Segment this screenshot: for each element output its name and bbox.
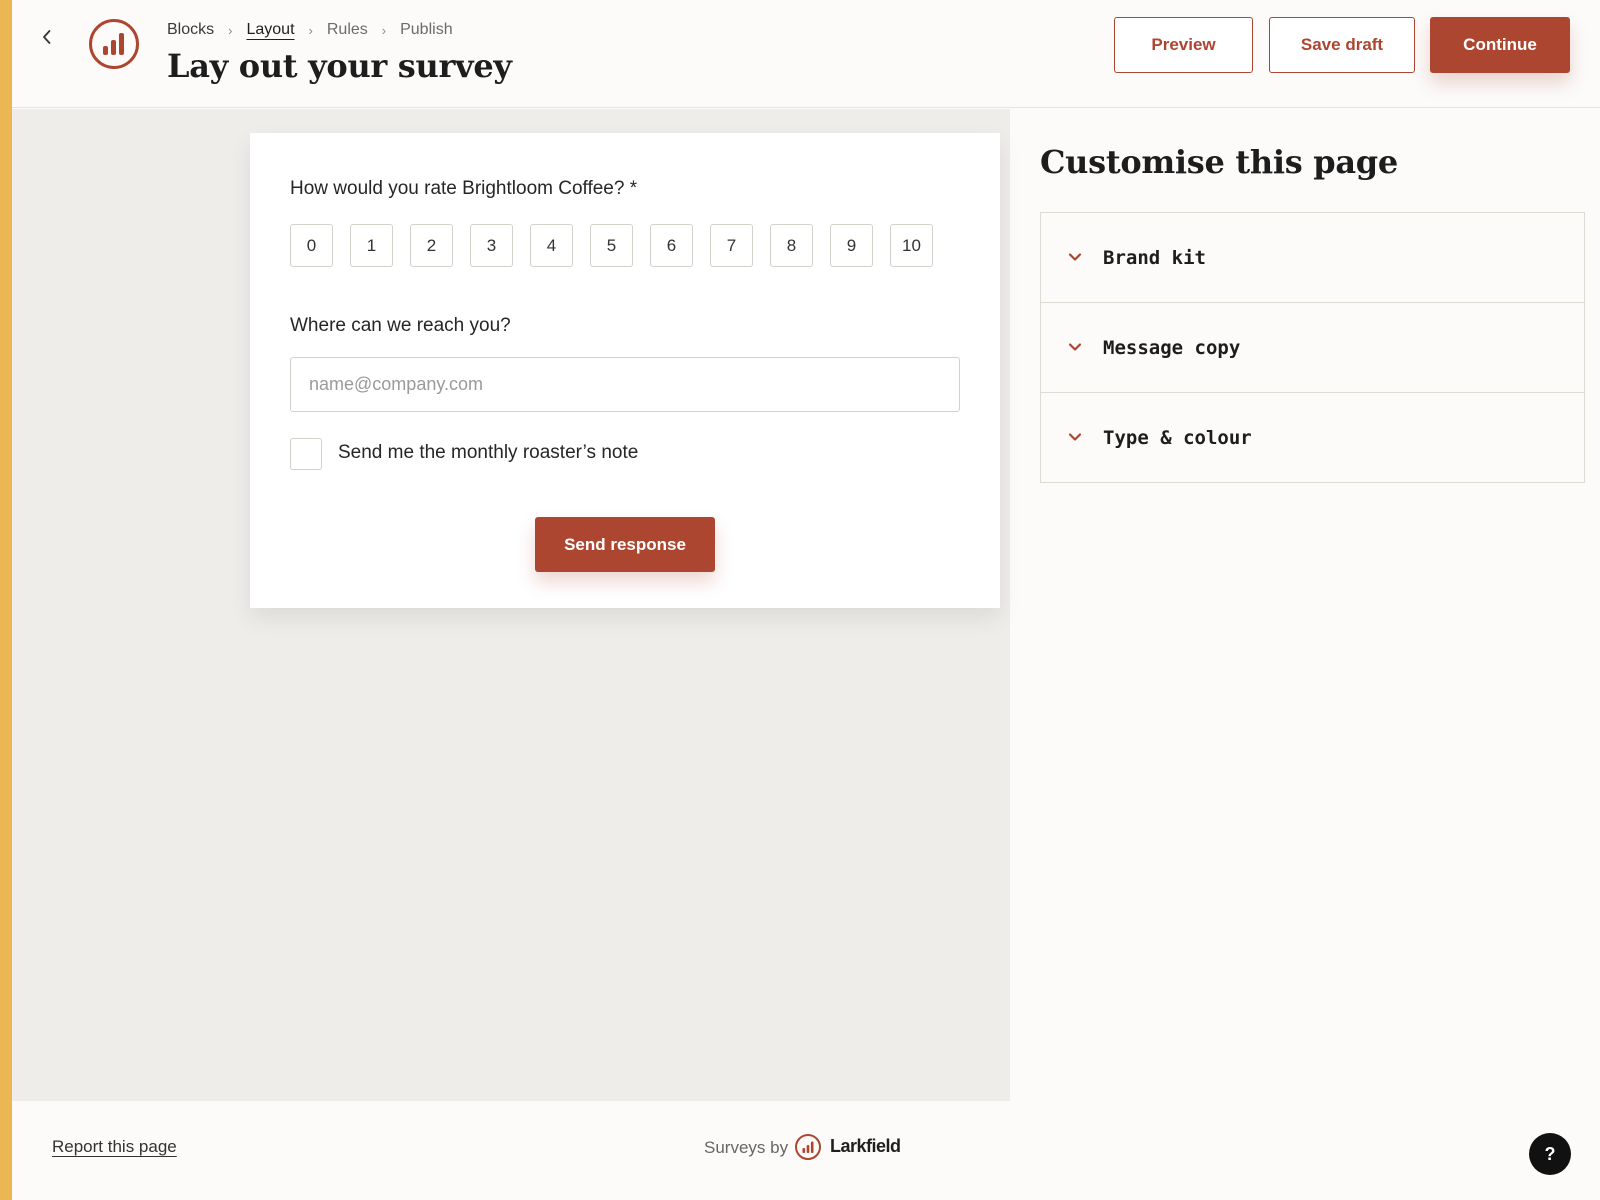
newsletter-checkbox[interactable] bbox=[290, 438, 322, 470]
rating-option-0[interactable]: 0 bbox=[290, 224, 333, 267]
preview-button[interactable]: Preview bbox=[1114, 17, 1253, 73]
top-bar: Blocks › Layout › Rules › Publish Lay ou… bbox=[12, 0, 1600, 108]
breadcrumb: Blocks › Layout › Rules › Publish bbox=[167, 19, 453, 41]
larkfield-logo-icon bbox=[795, 1134, 821, 1160]
breadcrumb-blocks[interactable]: Blocks bbox=[167, 21, 214, 39]
continue-button[interactable]: Continue bbox=[1430, 17, 1570, 73]
breadcrumb-chevron-icon: › bbox=[381, 22, 387, 38]
newsletter-checkbox-label: Send me the monthly roaster’s note bbox=[338, 442, 639, 463]
rating-option-4[interactable]: 4 bbox=[530, 224, 573, 267]
chevron-down-icon bbox=[1068, 433, 1082, 441]
breadcrumb-rules[interactable]: Rules bbox=[327, 21, 368, 39]
rating-option-6[interactable]: 6 bbox=[650, 224, 693, 267]
accent-stripe bbox=[0, 0, 12, 1200]
rating-option-9[interactable]: 9 bbox=[830, 224, 873, 267]
accordion-label: Type & colour bbox=[1103, 426, 1252, 449]
send-response-button[interactable]: Send response bbox=[535, 517, 715, 572]
breadcrumb-publish[interactable]: Publish bbox=[400, 21, 452, 39]
larkfield-brand: Larkfield bbox=[830, 1136, 901, 1156]
save-draft-button[interactable]: Save draft bbox=[1269, 17, 1415, 73]
rating-option-2[interactable]: 2 bbox=[410, 224, 453, 267]
accordion-brand-kit[interactable]: Brand kit bbox=[1041, 213, 1584, 303]
breadcrumb-chevron-icon: › bbox=[228, 22, 233, 38]
bar-chart-circle-icon bbox=[89, 19, 139, 69]
customise-accordion: Brand kit Message copy Type & colour bbox=[1040, 212, 1585, 483]
surveys-by-label: Surveys by bbox=[704, 1138, 789, 1157]
rating-option-5[interactable]: 5 bbox=[590, 224, 633, 267]
chevron-down-icon bbox=[1068, 253, 1082, 261]
chevron-down-icon bbox=[1068, 343, 1082, 351]
chevron-left-icon bbox=[43, 30, 51, 44]
survey-canvas: How would you rate Brightloom Coffee? * … bbox=[12, 109, 1010, 1101]
rating-scale: 0 1 2 3 4 5 6 7 8 9 10 bbox=[290, 224, 950, 267]
accordion-message-copy[interactable]: Message copy bbox=[1041, 303, 1584, 393]
rating-option-3[interactable]: 3 bbox=[470, 224, 513, 267]
email-field[interactable] bbox=[290, 357, 960, 412]
rating-option-8[interactable]: 8 bbox=[770, 224, 813, 267]
back-button[interactable] bbox=[34, 22, 60, 52]
help-button[interactable]: ? bbox=[1529, 1133, 1571, 1175]
accordion-type-colour[interactable]: Type & colour bbox=[1041, 393, 1584, 482]
report-page-link[interactable]: Report this page bbox=[52, 1137, 177, 1157]
rating-question-label: How would you rate Brightloom Coffee? * bbox=[290, 178, 638, 199]
rating-option-10[interactable]: 10 bbox=[890, 224, 933, 267]
accordion-label: Brand kit bbox=[1103, 246, 1206, 269]
breadcrumb-chevron-icon: › bbox=[308, 22, 313, 38]
breadcrumb-layout[interactable]: Layout bbox=[246, 21, 294, 39]
rating-option-1[interactable]: 1 bbox=[350, 224, 393, 267]
survey-card: How would you rate Brightloom Coffee? * … bbox=[250, 133, 1000, 608]
panel-title: Customise this page bbox=[1040, 143, 1398, 181]
accordion-label: Message copy bbox=[1103, 336, 1241, 359]
rating-option-7[interactable]: 7 bbox=[710, 224, 753, 267]
page-title: Lay out your survey bbox=[167, 47, 512, 85]
contact-question-label: Where can we reach you? bbox=[290, 315, 511, 336]
